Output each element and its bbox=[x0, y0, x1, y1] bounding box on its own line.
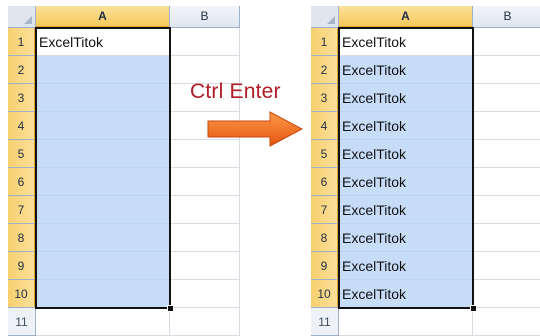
cell-a[interactable]: ExcelTitok bbox=[339, 196, 473, 224]
select-all-icon bbox=[327, 16, 335, 24]
cell-a[interactable] bbox=[36, 168, 170, 196]
cell-a[interactable]: ExcelTitok bbox=[339, 84, 473, 112]
cell-b[interactable] bbox=[473, 56, 540, 84]
cell-a[interactable] bbox=[36, 308, 170, 336]
row-header[interactable]: 10 bbox=[8, 280, 36, 308]
row-header[interactable]: 5 bbox=[311, 140, 339, 168]
row-header[interactable]: 8 bbox=[311, 224, 339, 252]
cell-b[interactable] bbox=[473, 112, 540, 140]
row-header[interactable]: 11 bbox=[311, 308, 339, 336]
cell-b[interactable] bbox=[170, 224, 240, 252]
cell-b[interactable] bbox=[473, 84, 540, 112]
row-header[interactable]: 6 bbox=[311, 168, 339, 196]
column-header-a[interactable]: A bbox=[36, 6, 170, 28]
cell-b[interactable] bbox=[170, 196, 240, 224]
row-header[interactable]: 3 bbox=[311, 84, 339, 112]
cell-a1[interactable]: ExcelTitok bbox=[36, 28, 170, 56]
row-header[interactable]: 2 bbox=[311, 56, 339, 84]
row-header[interactable]: 7 bbox=[311, 196, 339, 224]
fill-handle[interactable] bbox=[167, 305, 174, 312]
row-header[interactable]: 1 bbox=[8, 28, 36, 56]
row-header[interactable]: 4 bbox=[8, 112, 36, 140]
cell-a[interactable] bbox=[339, 308, 473, 336]
select-all-icon bbox=[24, 16, 32, 24]
cell-a[interactable]: ExcelTitok bbox=[339, 224, 473, 252]
row-header[interactable]: 11 bbox=[8, 308, 36, 336]
row-header[interactable]: 9 bbox=[8, 252, 36, 280]
cell-b[interactable] bbox=[473, 280, 540, 308]
row-header[interactable]: 4 bbox=[311, 112, 339, 140]
cell-b[interactable] bbox=[170, 252, 240, 280]
row-header[interactable]: 5 bbox=[8, 140, 36, 168]
row-header[interactable]: 3 bbox=[8, 84, 36, 112]
row-header[interactable]: 1 bbox=[311, 28, 339, 56]
cell-a[interactable]: ExcelTitok bbox=[339, 112, 473, 140]
cell-b[interactable] bbox=[473, 168, 540, 196]
row-header[interactable]: 7 bbox=[8, 196, 36, 224]
row-header[interactable]: 2 bbox=[8, 56, 36, 84]
cell-b[interactable] bbox=[473, 308, 540, 336]
cell-a[interactable] bbox=[36, 112, 170, 140]
cell-a[interactable]: ExcelTitok bbox=[339, 56, 473, 84]
cell-b[interactable] bbox=[170, 28, 240, 56]
spreadsheet-after: A B 1 ExcelTitok 2 ExcelTitok 3 ExcelTitok … bbox=[311, 6, 540, 336]
shortcut-label: Ctrl Enter bbox=[190, 80, 281, 103]
cell-a[interactable] bbox=[36, 280, 170, 308]
cell-a[interactable] bbox=[36, 224, 170, 252]
cell-a[interactable]: ExcelTitok bbox=[339, 280, 473, 308]
cell-a[interactable] bbox=[36, 252, 170, 280]
cell-b[interactable] bbox=[473, 252, 540, 280]
row-header[interactable]: 8 bbox=[8, 224, 36, 252]
cell-b[interactable] bbox=[473, 196, 540, 224]
select-all-corner[interactable] bbox=[8, 6, 36, 28]
cell-a[interactable]: ExcelTitok bbox=[339, 252, 473, 280]
cell-a[interactable] bbox=[36, 56, 170, 84]
row-header[interactable]: 9 bbox=[311, 252, 339, 280]
cell-b[interactable] bbox=[473, 140, 540, 168]
select-all-corner[interactable] bbox=[311, 6, 339, 28]
spreadsheet-before: A B 1 ExcelTitok 2 3 4 5 6 7 8 9 10 11 bbox=[8, 6, 240, 336]
column-header-a[interactable]: A bbox=[339, 6, 473, 28]
cell-b[interactable] bbox=[473, 28, 540, 56]
row-header[interactable]: 10 bbox=[311, 280, 339, 308]
cell-b[interactable] bbox=[473, 224, 540, 252]
cell-a1[interactable]: ExcelTitok bbox=[339, 28, 473, 56]
cell-a[interactable] bbox=[36, 196, 170, 224]
cell-b[interactable] bbox=[170, 168, 240, 196]
cell-b[interactable] bbox=[170, 308, 240, 336]
cell-a[interactable]: ExcelTitok bbox=[339, 168, 473, 196]
fill-handle[interactable] bbox=[470, 305, 477, 312]
cell-a[interactable] bbox=[36, 140, 170, 168]
cell-b[interactable] bbox=[170, 280, 240, 308]
row-header[interactable]: 6 bbox=[8, 168, 36, 196]
right-arrow-icon bbox=[207, 111, 304, 147]
column-header-b[interactable]: B bbox=[473, 6, 540, 28]
column-header-b[interactable]: B bbox=[170, 6, 240, 28]
cell-a[interactable] bbox=[36, 84, 170, 112]
cell-a[interactable]: ExcelTitok bbox=[339, 140, 473, 168]
